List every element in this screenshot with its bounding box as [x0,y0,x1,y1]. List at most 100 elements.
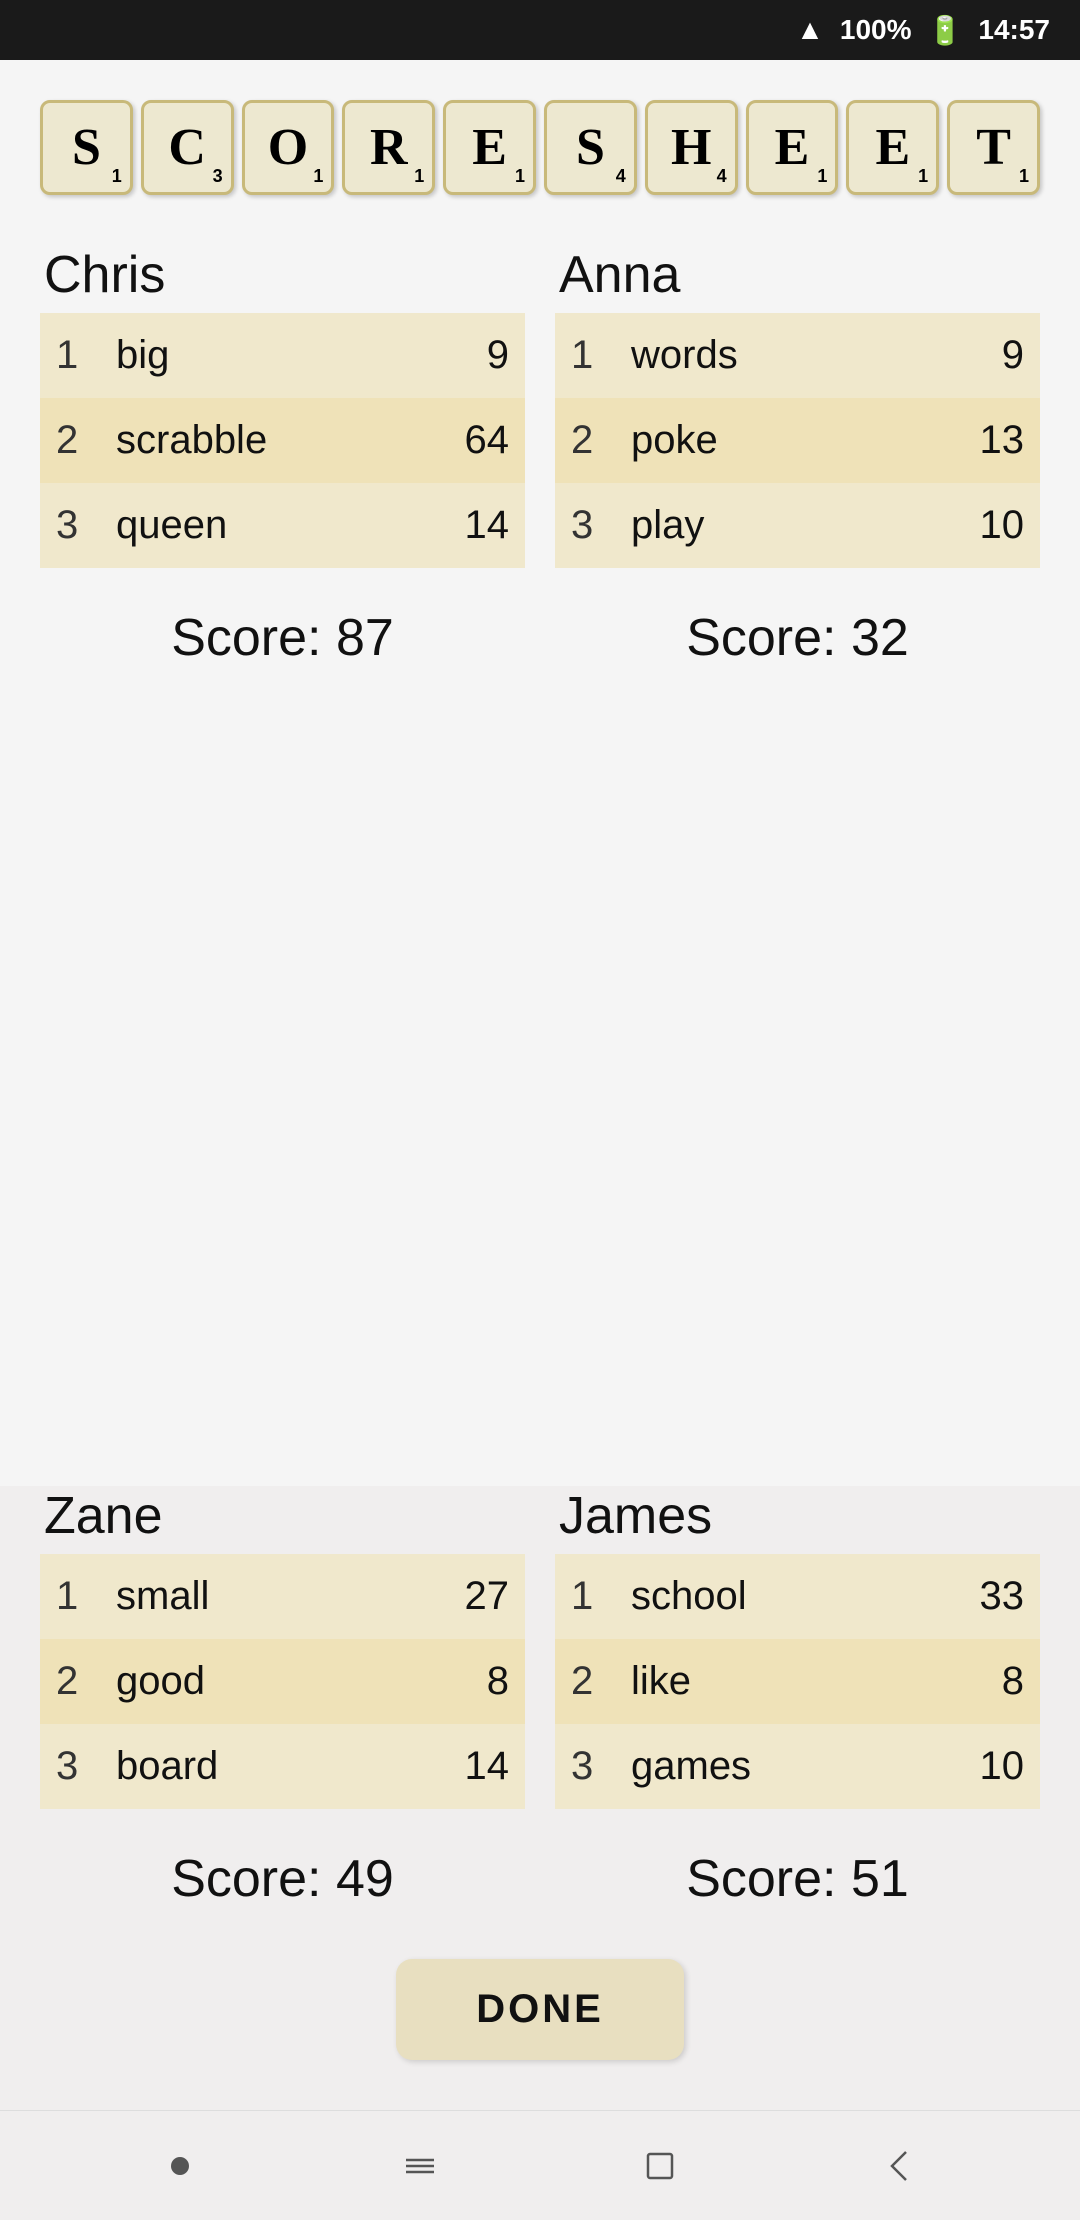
turn-number: 1 [40,313,100,398]
turn-number: 2 [555,398,615,483]
title-tile-s: S 1 [40,100,133,195]
tile-points: 1 [515,166,525,187]
score: 14 [371,1724,525,1809]
turn-number: 3 [40,1724,100,1809]
title-tile-c: C 3 [141,100,234,195]
table-row: 2 good 8 [40,1639,525,1724]
back-icon [878,2144,922,2188]
totals-row-top: Score: 87 Score: 32 [40,568,1040,698]
score: 9 [889,313,1040,398]
tile-letter: T [976,122,1011,174]
bottom-half: Zane 1 small 27 2 good 8 3 board 14 Jame… [0,1486,1080,2110]
word: big [100,313,400,398]
table-row: 2 poke 13 [555,398,1040,483]
home-icon [638,2144,682,2188]
total-text-zane: Score: 49 [171,1849,394,1909]
nav-back-button[interactable] [875,2141,925,2191]
table-row: 1 words 9 [555,313,1040,398]
score: 8 [898,1639,1040,1724]
player-name-zane: Zane [40,1486,525,1546]
tile-letter: E [875,122,910,174]
word: queen [100,483,400,568]
signal-icon: ▲ [796,14,824,46]
word: poke [615,398,889,483]
word: good [100,1639,371,1724]
total-text-anna: Score: 32 [686,608,909,668]
title-tile-e: E 1 [746,100,839,195]
turn-number: 3 [555,1724,615,1809]
nav-home-button[interactable] [635,2141,685,2191]
title-tile-e: E 1 [846,100,939,195]
turn-number: 3 [555,483,615,568]
score: 10 [898,1724,1040,1809]
turn-number: 3 [40,483,100,568]
tile-points: 1 [112,166,122,187]
turn-number: 2 [555,1639,615,1724]
tile-points: 3 [213,166,223,187]
tile-points: 1 [313,166,323,187]
table-row: 3 queen 14 [40,483,525,568]
tile-points: 1 [1019,166,1029,187]
score-table-anna: 1 words 9 2 poke 13 3 play 10 [555,313,1040,568]
nav-bar [0,2110,1080,2220]
player-name-anna: Anna [555,245,1040,305]
total-anna: Score: 32 [555,568,1040,698]
recent-apps-icon [398,2144,442,2188]
table-row: 1 school 33 [555,1554,1040,1639]
word: like [615,1639,898,1724]
main-content: S 1 C 3 O 1 R 1 E 1 S 4 H 4 E 1 E 1 T 1 [0,60,1080,1486]
turn-number: 2 [40,1639,100,1724]
tile-letter: S [576,122,605,174]
title-tile-t: T 1 [947,100,1040,195]
totals-row-bottom: Score: 49 Score: 51 [40,1809,1040,1939]
score: 8 [371,1639,525,1724]
tile-letter: E [775,122,810,174]
status-bar: ▲ 100% 🔋 14:57 [0,0,1080,60]
score-table-james: 1 school 33 2 like 8 3 games 10 [555,1554,1040,1809]
turn-number: 2 [40,398,100,483]
total-chris: Score: 87 [40,568,525,698]
player-section-zane: Zane 1 small 27 2 good 8 3 board 14 [40,1486,525,1809]
table-row: 3 play 10 [555,483,1040,568]
nav-dot-button[interactable] [155,2141,205,2191]
title-tiles: S 1 C 3 O 1 R 1 E 1 S 4 H 4 E 1 E 1 T 1 [40,100,1040,195]
title-tile-o: O 1 [242,100,335,195]
tile-points: 4 [616,166,626,187]
title-tile-h: H 4 [645,100,738,195]
turn-number: 1 [40,1554,100,1639]
table-row: 3 games 10 [555,1724,1040,1809]
tile-letter: C [168,122,206,174]
player-section-chris: Chris 1 big 9 2 scrabble 64 3 queen 14 [40,245,525,568]
tile-points: 4 [717,166,727,187]
dot-icon [171,2157,189,2175]
nav-recent-apps-button[interactable] [395,2141,445,2191]
player-section-james: James 1 school 33 2 like 8 3 games 10 [555,1486,1040,1809]
done-button[interactable]: DONE [396,1959,684,2060]
tile-letter: H [671,122,711,174]
battery-icon: 🔋 [928,14,963,47]
word: board [100,1724,371,1809]
total-zane: Score: 49 [40,1809,525,1939]
tile-points: 1 [414,166,424,187]
player-section-anna: Anna 1 words 9 2 poke 13 3 play 10 [555,245,1040,568]
score-table-zane: 1 small 27 2 good 8 3 board 14 [40,1554,525,1809]
word: school [615,1554,898,1639]
tile-letter: R [370,122,408,174]
word: small [100,1554,371,1639]
score: 64 [400,398,525,483]
table-row: 2 scrabble 64 [40,398,525,483]
table-row: 2 like 8 [555,1639,1040,1724]
tile-letter: O [268,122,308,174]
title-tile-e: E 1 [443,100,536,195]
time-display: 14:57 [978,14,1050,46]
word: scrabble [100,398,400,483]
table-row: 1 small 27 [40,1554,525,1639]
title-tile-r: R 1 [342,100,435,195]
score: 13 [889,398,1040,483]
bottom-players-grid: Zane 1 small 27 2 good 8 3 board 14 Jame… [40,1486,1040,1809]
player-name-chris: Chris [40,245,525,305]
tile-letter: E [472,122,507,174]
turn-number: 1 [555,313,615,398]
table-row: 3 board 14 [40,1724,525,1809]
tile-points: 1 [918,166,928,187]
